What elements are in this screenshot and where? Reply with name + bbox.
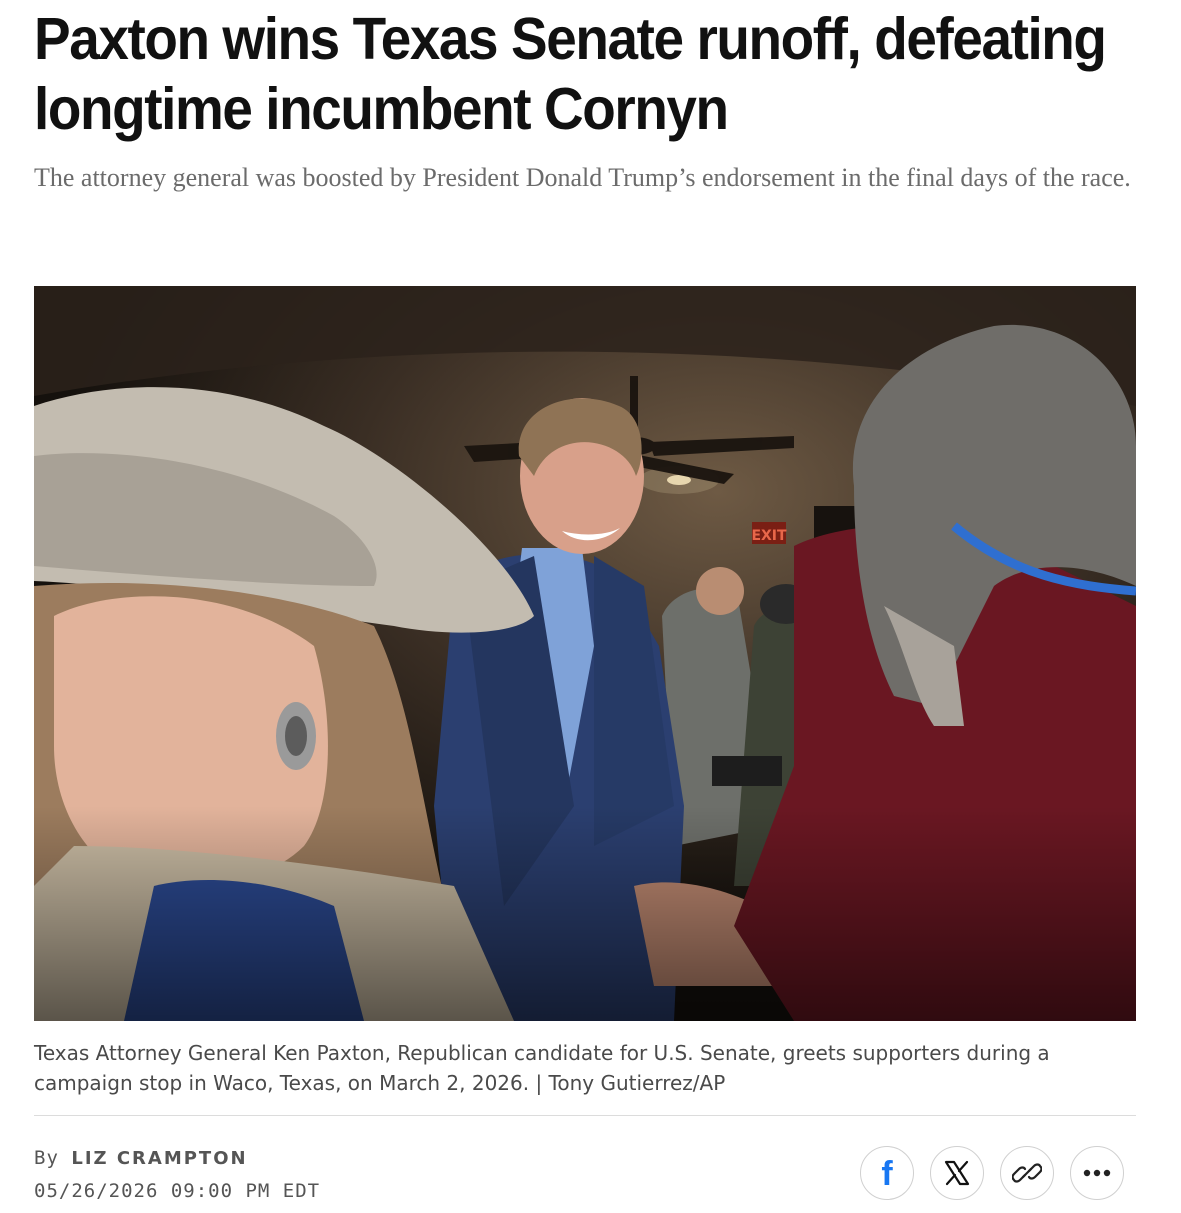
facebook-icon: f [881,1155,893,1193]
publish-timestamp: 05/26/2026 09:00 PM EDT [34,1180,321,1202]
exit-sign: EXIT [751,528,787,544]
byline: By LIZ CRAMPTON [34,1147,248,1169]
article-dek: The attorney general was boosted by Pres… [34,163,1131,192]
share-toolbar: f [860,1146,1124,1200]
share-x-button[interactable] [930,1146,984,1200]
x-icon [944,1160,970,1186]
link-icon [1012,1163,1042,1183]
share-facebook-button[interactable]: f [860,1146,914,1200]
photo-caption: Texas Attorney General Ken Paxton, Repub… [34,1041,1050,1095]
byline-prefix: By [34,1147,59,1169]
headline: Paxton wins Texas Senate runoff, defeati… [34,6,1107,142]
article: Paxton wins Texas Senate runoff, defeati… [34,0,1136,1202]
copy-link-button[interactable] [1000,1146,1054,1200]
more-icon [1083,1169,1111,1177]
more-options-button[interactable] [1070,1146,1124,1200]
author-link[interactable]: LIZ CRAMPTON [71,1148,247,1169]
divider [34,1115,1136,1116]
lead-photo: EXIT [34,286,1136,1021]
